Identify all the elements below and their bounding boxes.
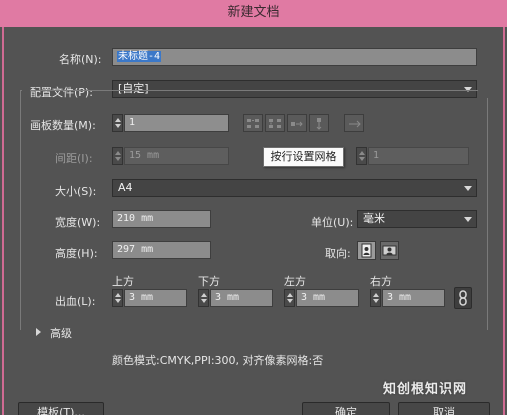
- group-border-gap-right: [478, 78, 489, 98]
- link-bleed-button[interactable]: [454, 287, 472, 309]
- link-icon: [459, 290, 467, 306]
- grid-by-column-icon: [269, 119, 281, 128]
- watermark: 知创根知识网: [383, 382, 468, 397]
- orientation-label: 取向:: [325, 247, 351, 260]
- tooltip: 按行设置网格: [263, 147, 344, 167]
- spacing-field[interactable]: 15 mm: [124, 147, 229, 165]
- arrange-by-column-icon: [316, 118, 322, 130]
- bleed-bottom-stepper[interactable]: [198, 289, 209, 307]
- grid-by-column-button[interactable]: [265, 114, 285, 132]
- artboards-stepper[interactable]: [112, 114, 123, 132]
- arrange-by-row-button[interactable]: [287, 114, 307, 132]
- arrange-by-row-icon: [291, 121, 303, 127]
- artboards-field[interactable]: 1: [124, 114, 229, 132]
- right-to-left-icon: [349, 120, 361, 128]
- grid-by-row-button[interactable]: [243, 114, 263, 132]
- chevron-down-icon: [464, 186, 472, 191]
- portrait-button[interactable]: [357, 241, 376, 260]
- chevron-down-icon: [464, 217, 472, 222]
- artboards-label: 画板数量(M):: [30, 119, 96, 132]
- landscape-button[interactable]: [380, 241, 399, 260]
- bleed-top-stepper[interactable]: [112, 289, 123, 307]
- ok-button[interactable]: 确定: [302, 402, 390, 415]
- name-field[interactable]: 未标题-4: [112, 48, 477, 66]
- landscape-icon: [382, 245, 397, 256]
- size-select[interactable]: A4: [112, 179, 477, 197]
- size-value: A4: [118, 181, 133, 194]
- advanced-toggle[interactable]: 高级: [50, 325, 72, 341]
- units-label: 单位(U):: [311, 216, 354, 229]
- portrait-icon: [361, 243, 372, 258]
- name-value: 未标题-4: [117, 51, 162, 62]
- height-label: 高度(H):: [55, 247, 98, 260]
- spacing-label: 间距(I):: [55, 152, 93, 165]
- columns-stepper[interactable]: [356, 147, 367, 165]
- bleed-right-field[interactable]: 3 mm: [382, 289, 445, 307]
- triangle-right-icon[interactable]: [36, 328, 41, 336]
- name-label: 名称(N):: [59, 53, 102, 66]
- template-button[interactable]: 模板(T)...: [18, 402, 104, 415]
- bleed-bottom-field[interactable]: 3 mm: [210, 289, 273, 307]
- units-select[interactable]: 毫米: [357, 210, 477, 228]
- bleed-left-label: 左方: [284, 275, 306, 288]
- bleed-left-field[interactable]: 3 mm: [296, 289, 359, 307]
- right-to-left-button[interactable]: [344, 114, 364, 132]
- columns-field[interactable]: 1: [368, 147, 469, 165]
- width-label: 宽度(W):: [55, 216, 101, 229]
- window-title: 新建文档: [0, 0, 507, 27]
- height-field[interactable]: 297 mm: [112, 241, 211, 259]
- group-border-gap: [22, 78, 30, 98]
- bleed-top-label: 上方: [112, 275, 134, 288]
- summary-text: 颜色模式:CMYK,PPI:300, 对齐像素网格:否: [112, 354, 324, 367]
- bleed-right-stepper[interactable]: [370, 289, 381, 307]
- bleed-bottom-label: 下方: [198, 275, 220, 288]
- bleed-right-label: 右方: [370, 275, 392, 288]
- width-field[interactable]: 210 mm: [112, 210, 211, 228]
- bleed-label: 出血(L):: [55, 295, 96, 308]
- arrange-by-column-button[interactable]: [309, 114, 329, 132]
- grid-by-row-icon: [247, 119, 259, 128]
- size-label: 大小(S):: [55, 185, 97, 198]
- spacing-stepper[interactable]: [112, 147, 123, 165]
- cancel-button[interactable]: 取消: [398, 402, 490, 415]
- units-value: 毫米: [363, 212, 385, 225]
- bleed-top-field[interactable]: 3 mm: [124, 289, 187, 307]
- bleed-left-stepper[interactable]: [284, 289, 295, 307]
